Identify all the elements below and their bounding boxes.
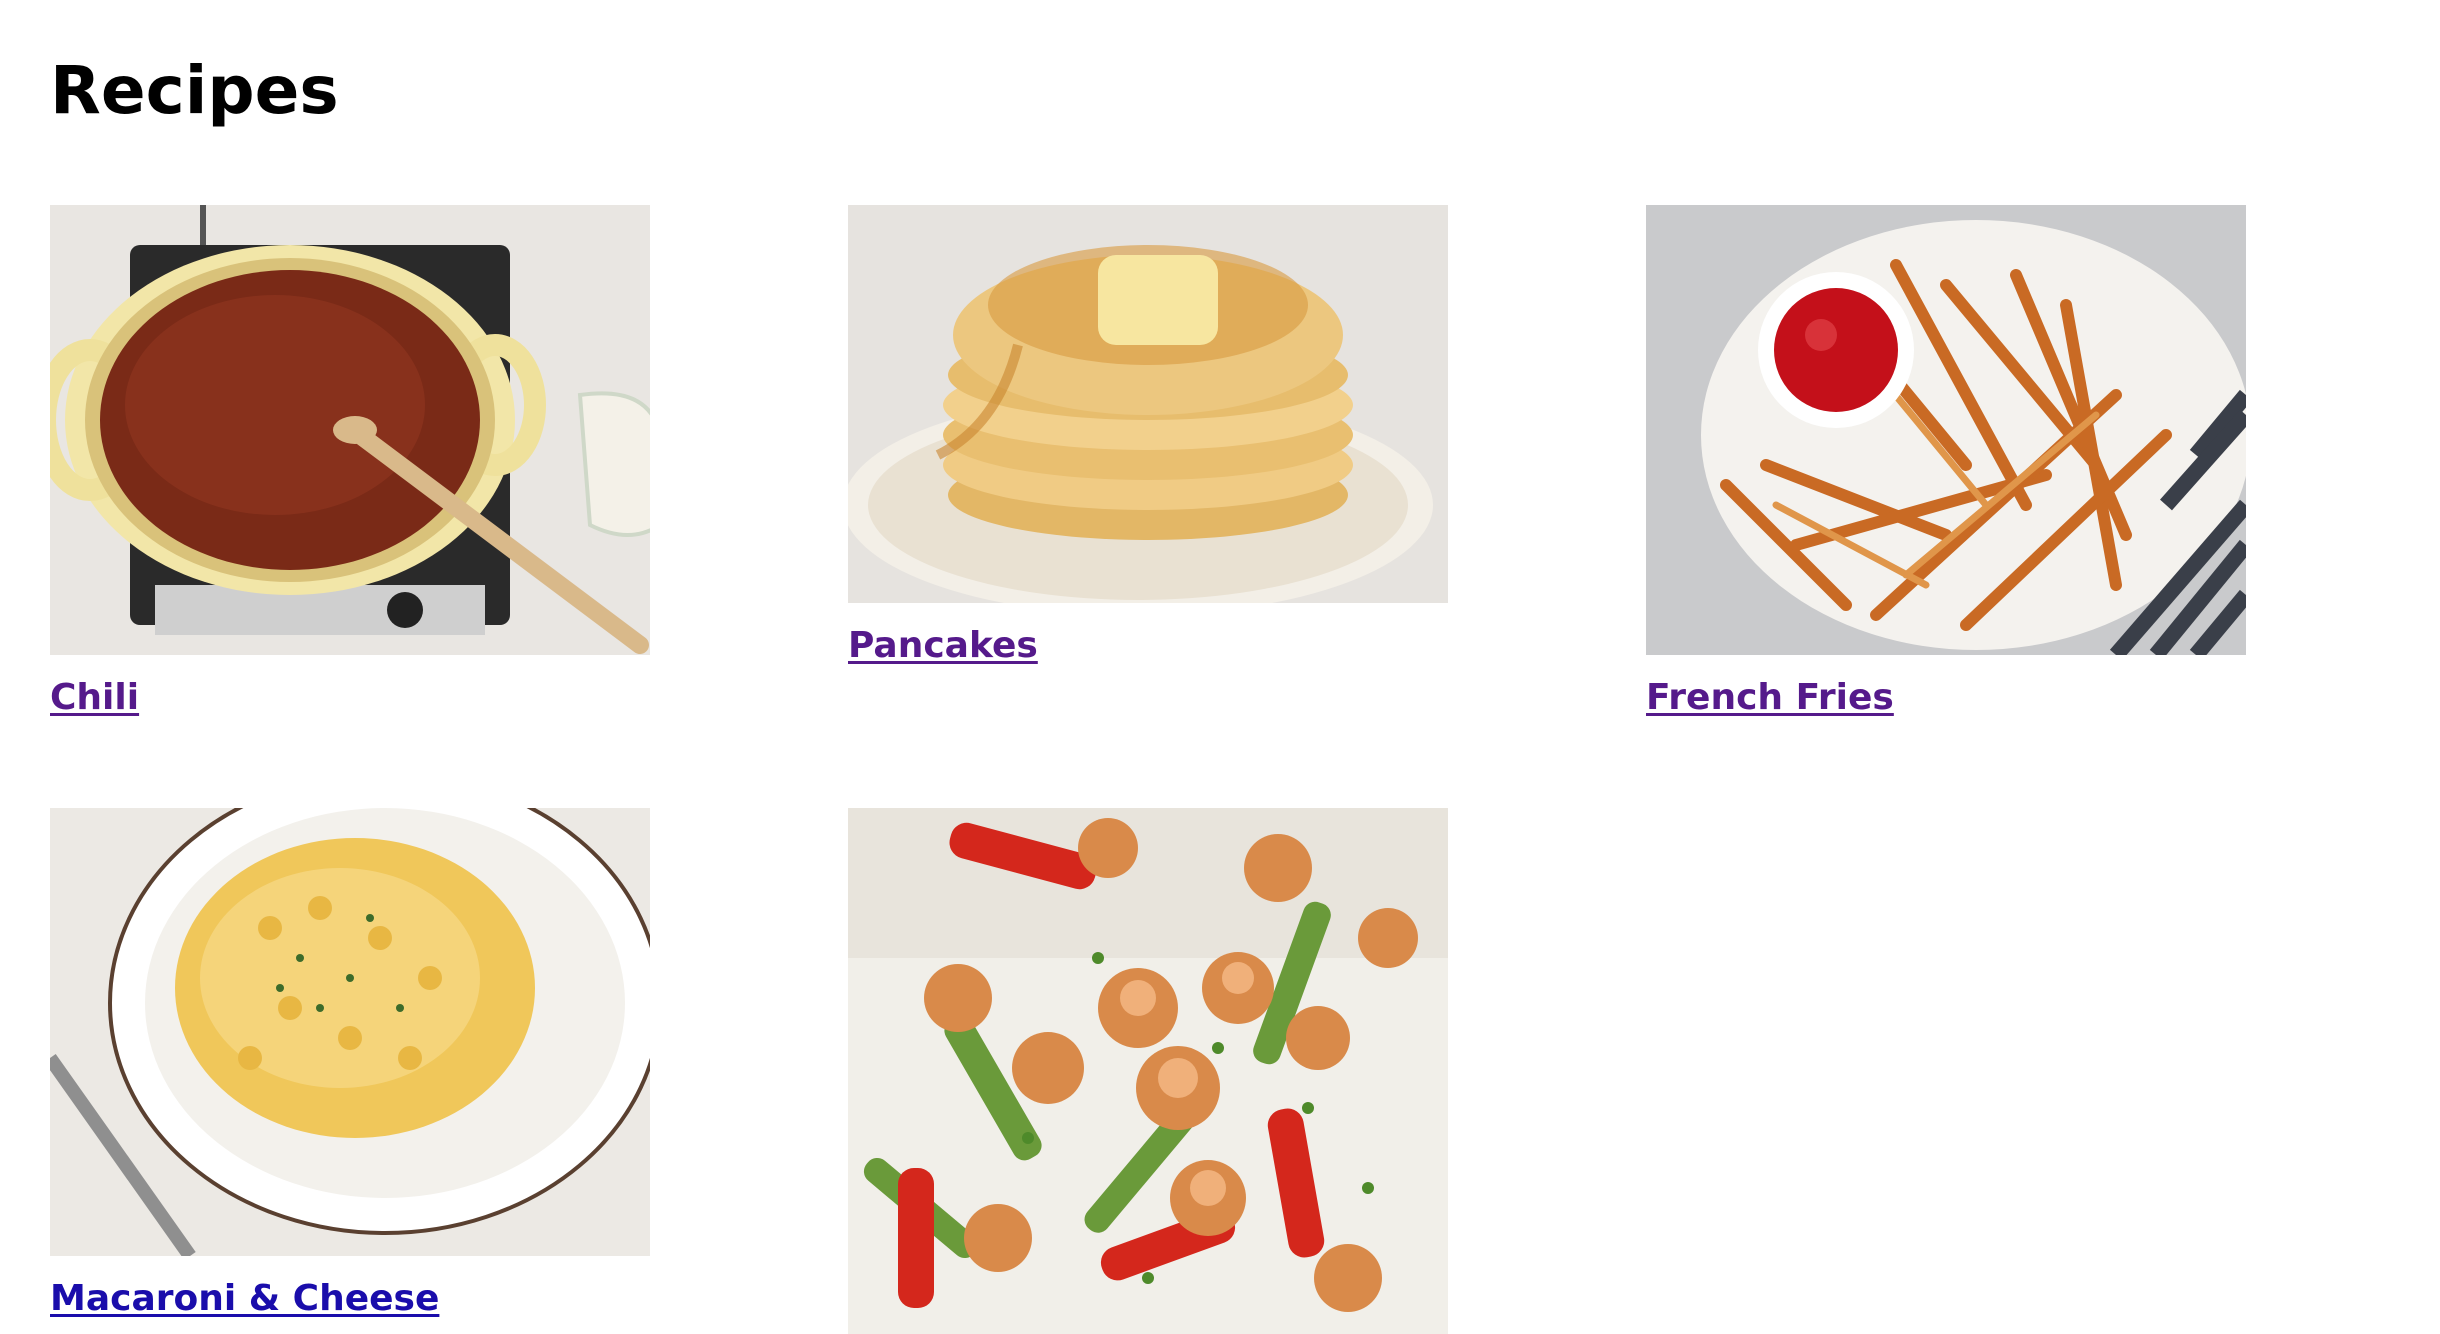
recipe-link-macaroni-cheese[interactable]: Macaroni & Cheese [50,1276,439,1322]
recipe-card-pancakes: Pancakes [848,205,1448,669]
recipe-card-macaroni-cheese: Macaroni & Cheese [50,808,650,1322]
pancakes-photo[interactable] [848,205,1448,603]
recipe-link-french-fries[interactable]: French Fries [1646,675,1894,721]
macaroni-cheese-photo[interactable] [50,808,650,1256]
page-title: Recipes [50,52,339,129]
recipe-card-french-fries: French Fries [1646,205,2246,721]
shrimp-stir-fry-photo[interactable] [848,808,1448,1334]
recipe-link-chili[interactable]: Chili [50,675,139,721]
recipes-page: Recipes Chili Pancakes French Fries Maca… [0,0,2440,1334]
recipe-link-pancakes[interactable]: Pancakes [848,623,1038,669]
recipe-card-chili: Chili [50,205,650,721]
french-fries-photo[interactable] [1646,205,2246,655]
recipe-card-shrimp-stir-fry [848,808,1448,1334]
chili-photo[interactable] [50,205,650,655]
